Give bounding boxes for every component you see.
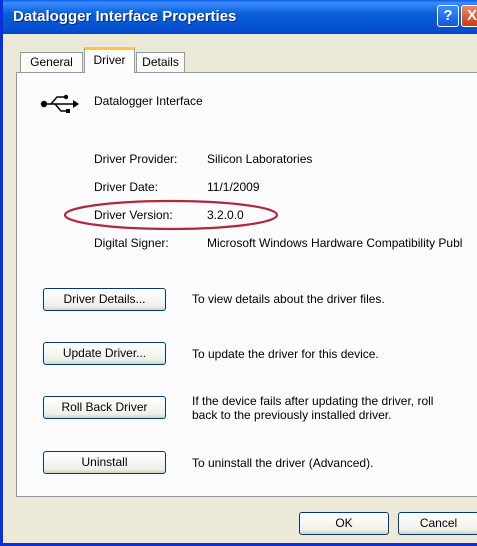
close-button[interactable]: X xyxy=(461,5,477,27)
help-button[interactable]: ? xyxy=(437,5,459,27)
digital-signer-label: Digital Signer: xyxy=(94,236,169,250)
driver-version-value: 3.2.0.0 xyxy=(207,208,244,222)
driver-version-label: Driver Version: xyxy=(94,208,173,222)
roll-back-driver-button[interactable]: Roll Back Driver xyxy=(43,396,166,419)
window-title: Datalogger Interface Properties xyxy=(13,8,237,25)
cancel-button[interactable]: Cancel xyxy=(398,512,477,535)
update-driver-description: To update the driver for this device. xyxy=(192,347,379,361)
update-driver-button[interactable]: Update Driver... xyxy=(43,342,166,365)
digital-signer-value: Microsoft Windows Hardware Compatibility… xyxy=(207,236,463,250)
driver-tab-panel xyxy=(16,72,477,497)
driver-date-value: 11/1/2009 xyxy=(207,180,260,194)
driver-provider-value: Silicon Laboratories xyxy=(207,152,313,166)
tab-details[interactable]: Details xyxy=(136,52,185,72)
driver-details-button[interactable]: Driver Details... xyxy=(43,288,166,311)
properties-dialog: Datalogger Interface Properties ? X Gene… xyxy=(0,0,477,546)
tab-driver[interactable]: Driver xyxy=(84,47,135,73)
uninstall-description: To uninstall the driver (Advanced). xyxy=(192,456,374,470)
title-bar[interactable]: Datalogger Interface Properties ? X xyxy=(3,0,477,34)
driver-details-description: To view details about the driver files. xyxy=(192,292,385,306)
usb-icon xyxy=(39,93,79,118)
device-name: Datalogger Interface xyxy=(94,94,203,108)
ok-button[interactable]: OK xyxy=(299,512,389,535)
tab-general[interactable]: General xyxy=(20,52,83,72)
uninstall-button[interactable]: Uninstall xyxy=(43,451,166,474)
driver-provider-label: Driver Provider: xyxy=(94,152,178,166)
roll-back-driver-description: If the device fails after updating the d… xyxy=(192,394,434,422)
driver-date-label: Driver Date: xyxy=(94,180,159,194)
